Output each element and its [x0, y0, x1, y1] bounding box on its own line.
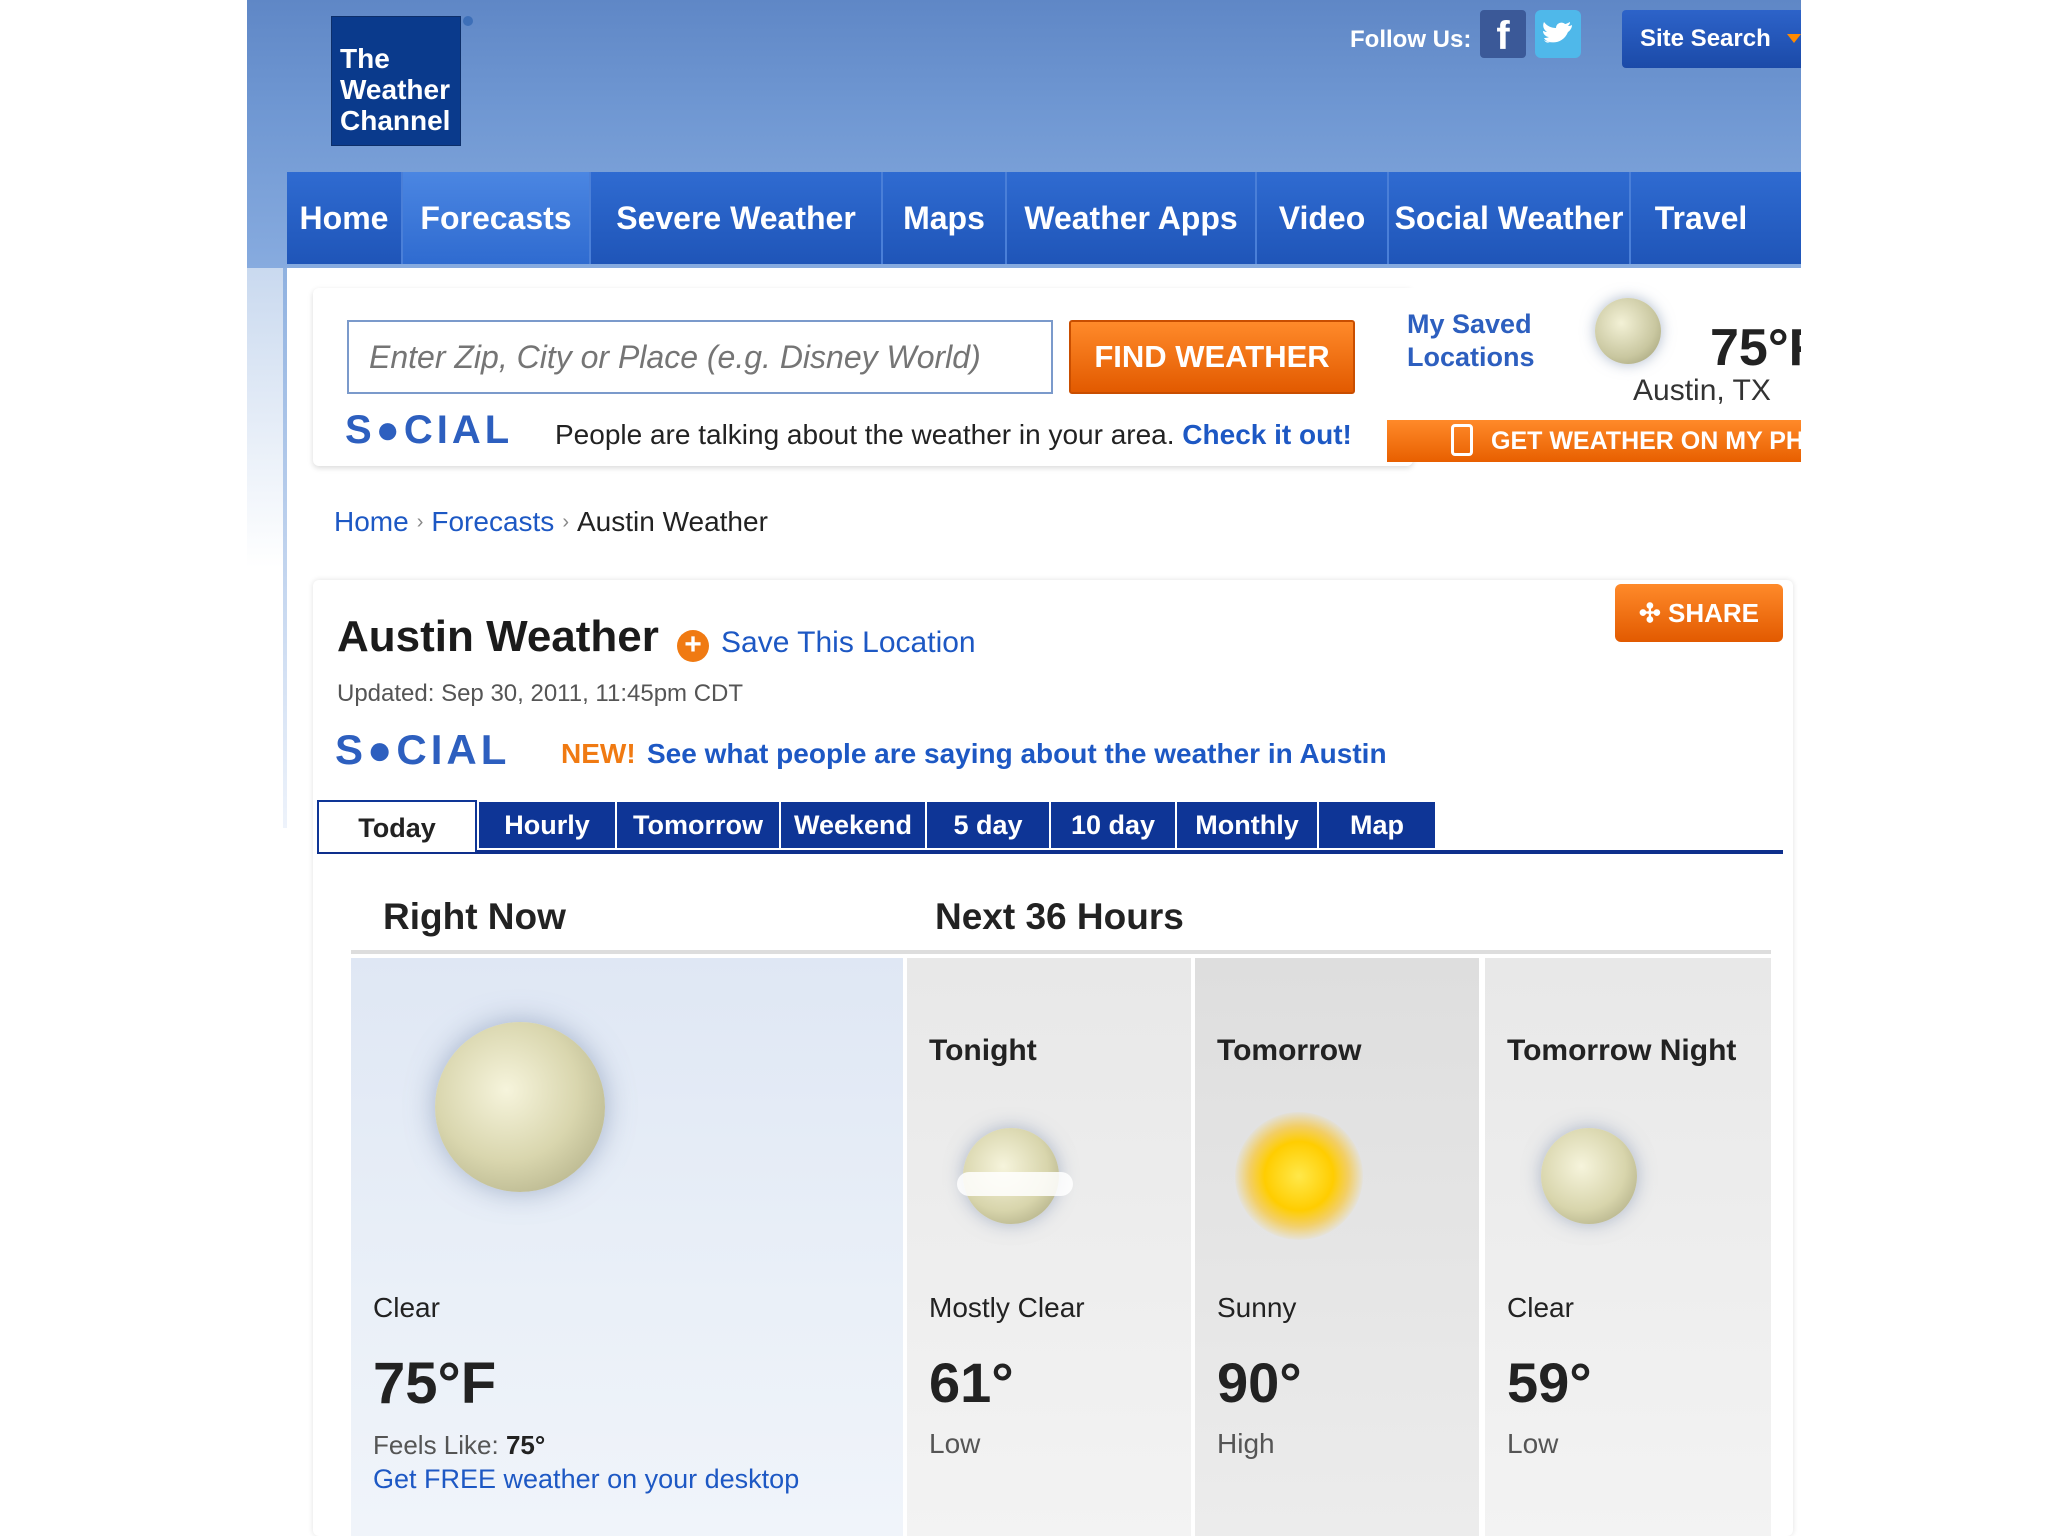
- breadcrumb-current: Austin Weather: [576, 506, 768, 537]
- breadcrumb-forecasts[interactable]: Forecasts: [431, 506, 554, 537]
- tab-weekend[interactable]: Weekend: [781, 802, 925, 848]
- find-weather-button[interactable]: FIND WEATHER: [1069, 320, 1355, 394]
- nav-item-video[interactable]: Video: [1257, 172, 1387, 264]
- weather-on-phone-label: GET WEATHER ON MY PH: [1491, 427, 1801, 455]
- period-name: Tomorrow Night: [1507, 1034, 1737, 1067]
- next-36-hours-heading: Next 36 Hours: [935, 896, 1184, 937]
- period-name: Tonight: [929, 1034, 1037, 1067]
- social-logo[interactable]: S●CIAL: [345, 408, 513, 453]
- forecast-period: Tomorrow Night Clear 59° Low: [1485, 958, 1771, 1536]
- period-name: Tomorrow: [1217, 1034, 1362, 1067]
- breadcrumb-home[interactable]: Home: [334, 506, 409, 537]
- plus-icon[interactable]: +: [677, 630, 709, 662]
- nav-item-home[interactable]: Home: [287, 172, 401, 264]
- cloud-icon: [957, 1172, 1073, 1196]
- social-austin-link[interactable]: See what people are saying about the wea…: [647, 738, 1387, 770]
- share-icon: ✣: [1638, 598, 1668, 628]
- period-condition: Mostly Clear: [929, 1292, 1085, 1323]
- saved-locations-panel: My Saved Locations 75°F Austin, TX GET W…: [1387, 288, 1801, 462]
- registered-mark-icon: [463, 16, 473, 26]
- forecast-tabs: Today Hourly Tomorrow Weekend 5 day 10 d…: [317, 800, 1783, 854]
- page-title: Austin Weather: [337, 612, 659, 661]
- tab-tomorrow[interactable]: Tomorrow: [617, 802, 779, 848]
- tab-monthly[interactable]: Monthly: [1177, 802, 1317, 848]
- tab-map[interactable]: Map: [1319, 802, 1435, 848]
- weather-channel-logo[interactable]: The Weather Channel: [331, 16, 461, 146]
- moon-icon: [1541, 1128, 1637, 1224]
- forecast-period: Tonight Mostly Clear 61° Low: [907, 958, 1191, 1536]
- nav-item-forecasts[interactable]: Forecasts: [403, 172, 589, 264]
- current-temperature: 75°F: [373, 1351, 497, 1416]
- saved-location-city[interactable]: Austin, TX: [1633, 374, 1771, 408]
- location-search-input[interactable]: [347, 320, 1053, 394]
- breadcrumb-separator-icon: ›: [562, 511, 569, 533]
- chevron-down-icon: [1787, 34, 1801, 43]
- tab-5-day[interactable]: 5 day: [927, 802, 1049, 848]
- follow-us-label: Follow Us:: [1350, 26, 1472, 53]
- period-temperature: 90°: [1217, 1351, 1302, 1414]
- breadcrumb-separator-icon: ›: [416, 511, 424, 533]
- page-frame: The Weather Channel Follow Us: f Site Se…: [247, 0, 1801, 1536]
- saved-location-temp[interactable]: 75°F: [1710, 318, 1801, 378]
- logo-text: The Weather Channel: [340, 43, 451, 136]
- facebook-icon[interactable]: f: [1480, 10, 1526, 58]
- nav-item-severe-weather[interactable]: Severe Weather: [591, 172, 881, 264]
- moon-icon: [435, 1022, 605, 1192]
- side-rule: [283, 268, 287, 828]
- phone-icon: [1451, 424, 1473, 456]
- nav-item-travel[interactable]: Travel: [1631, 172, 1771, 264]
- current-condition: Clear: [373, 1292, 440, 1323]
- period-condition: Sunny: [1217, 1292, 1297, 1323]
- feels-like-value: 75°: [505, 1430, 546, 1460]
- feels-like: Feels Like: 75°: [373, 1430, 545, 1461]
- right-now-heading: Right Now: [383, 896, 566, 937]
- section-divider: [351, 950, 1771, 954]
- nav-item-social-weather[interactable]: Social Weather: [1389, 172, 1629, 264]
- share-label: SHARE: [1668, 598, 1760, 628]
- saved-locations-link[interactable]: My Saved Locations: [1407, 308, 1557, 374]
- search-panel: FIND WEATHER S●CIAL People are talking a…: [313, 288, 1413, 466]
- tab-10-day[interactable]: 10 day: [1051, 802, 1175, 848]
- site-search-label: Site Search: [1640, 25, 1771, 52]
- social-promo-text: People are talking about the weather in …: [555, 419, 1175, 450]
- save-location-link[interactable]: Save This Location: [721, 626, 976, 660]
- tab-today[interactable]: Today: [317, 800, 477, 852]
- period-temperature: 61°: [929, 1351, 1014, 1414]
- check-it-out-link[interactable]: Check it out!: [1182, 419, 1352, 450]
- main-nav: Home Forecasts Severe Weather Maps Weath…: [287, 172, 1801, 264]
- side-fade: [247, 268, 287, 568]
- tab-hourly[interactable]: Hourly: [479, 802, 615, 848]
- updated-timestamp: Updated: Sep 30, 2011, 11:45pm CDT: [337, 680, 744, 707]
- social-promo: People are talking about the weather in …: [555, 419, 1352, 451]
- nav-item-maps[interactable]: Maps: [883, 172, 1005, 264]
- sun-icon: [1235, 1112, 1363, 1240]
- period-condition: Clear: [1507, 1292, 1574, 1323]
- nav-item-weather-apps[interactable]: Weather Apps: [1007, 172, 1255, 264]
- period-temp-label: Low: [929, 1428, 981, 1459]
- forecast-card: Austin Weather + Save This Location Upda…: [313, 580, 1793, 1536]
- site-search-button[interactable]: Site Search: [1622, 10, 1801, 68]
- weather-on-phone-button[interactable]: GET WEATHER ON MY PH: [1387, 420, 1801, 462]
- period-temp-label: Low: [1507, 1428, 1559, 1459]
- share-button[interactable]: ✣ SHARE: [1615, 584, 1783, 642]
- period-temperature: 59°: [1507, 1351, 1592, 1414]
- forecast-period: Tomorrow Sunny 90° High: [1195, 958, 1479, 1536]
- breadcrumb: Home › Forecasts › Austin Weather: [334, 506, 768, 538]
- right-now-panel: Clear 75°F Feels Like: 75° Get FREE weat…: [351, 958, 903, 1536]
- new-badge: NEW!: [561, 738, 636, 769]
- moon-icon: [1595, 298, 1661, 364]
- feels-like-label: Feels Like:: [373, 1430, 499, 1460]
- period-temp-label: High: [1217, 1428, 1275, 1459]
- social-logo[interactable]: S●CIAL: [335, 726, 510, 774]
- twitter-icon[interactable]: [1535, 10, 1581, 58]
- desktop-weather-link[interactable]: Get FREE weather on your desktop: [373, 1464, 799, 1495]
